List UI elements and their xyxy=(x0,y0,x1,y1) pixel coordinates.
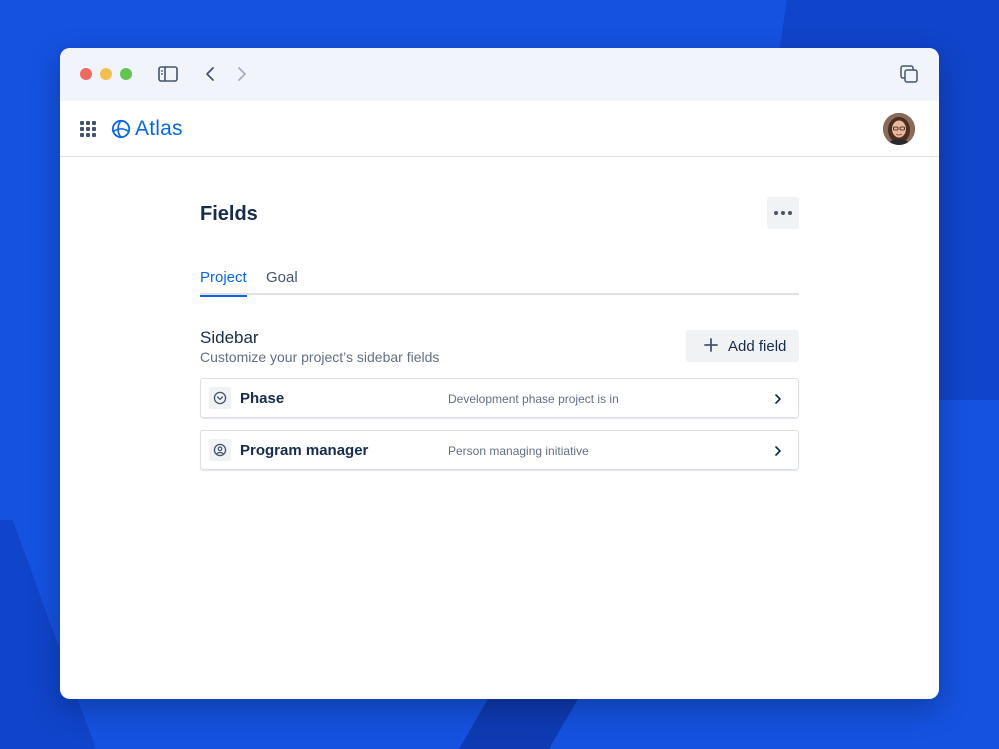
app-switcher-icon[interactable] xyxy=(80,121,96,137)
add-field-button[interactable]: Add field xyxy=(686,330,799,362)
browser-titlebar xyxy=(60,48,939,101)
section-subtitle: Customize your project’s sidebar fields xyxy=(200,349,440,365)
atlas-globe-icon xyxy=(111,119,131,139)
field-row-phase[interactable]: Phase Development phase project is in xyxy=(200,378,799,418)
maximize-window-button[interactable] xyxy=(120,68,132,80)
field-description: Person managing initiative xyxy=(448,444,589,458)
chevron-circle-icon xyxy=(209,387,231,409)
user-circle-icon xyxy=(209,439,231,461)
plus-icon xyxy=(704,336,718,356)
minimize-window-button[interactable] xyxy=(100,68,112,80)
browser-window: Atlas Fields Project Goal Sidebar Custom… xyxy=(60,48,939,699)
field-name: Phase xyxy=(240,390,285,407)
close-window-button[interactable] xyxy=(80,68,92,80)
back-icon[interactable] xyxy=(198,62,222,86)
tab-project[interactable]: Project xyxy=(200,269,247,297)
forward-icon[interactable] xyxy=(230,62,254,86)
field-description: Development phase project is in xyxy=(448,392,619,406)
section-title: Sidebar xyxy=(200,328,259,347)
tab-goal[interactable]: Goal xyxy=(266,269,298,295)
app-header: Atlas xyxy=(60,101,939,157)
tab-list: Project Goal xyxy=(200,269,799,297)
app-name: Atlas xyxy=(135,117,183,140)
more-actions-button[interactable] xyxy=(767,197,799,229)
more-dot-icon xyxy=(774,211,778,215)
more-dot-icon xyxy=(788,211,792,215)
add-field-label: Add field xyxy=(728,337,787,355)
tabs-overview-icon[interactable] xyxy=(897,62,921,86)
chevron-right-icon xyxy=(772,392,784,404)
page-title: Fields xyxy=(200,203,258,225)
avatar[interactable] xyxy=(883,113,915,145)
atlas-logo[interactable]: Atlas xyxy=(111,117,183,141)
more-dot-icon xyxy=(781,211,785,215)
field-name: Program manager xyxy=(240,442,369,459)
field-row-program-manager[interactable]: Program manager Person managing initiati… xyxy=(200,430,799,470)
sidebar-toggle-icon[interactable] xyxy=(156,62,180,86)
chevron-right-icon xyxy=(772,444,784,456)
